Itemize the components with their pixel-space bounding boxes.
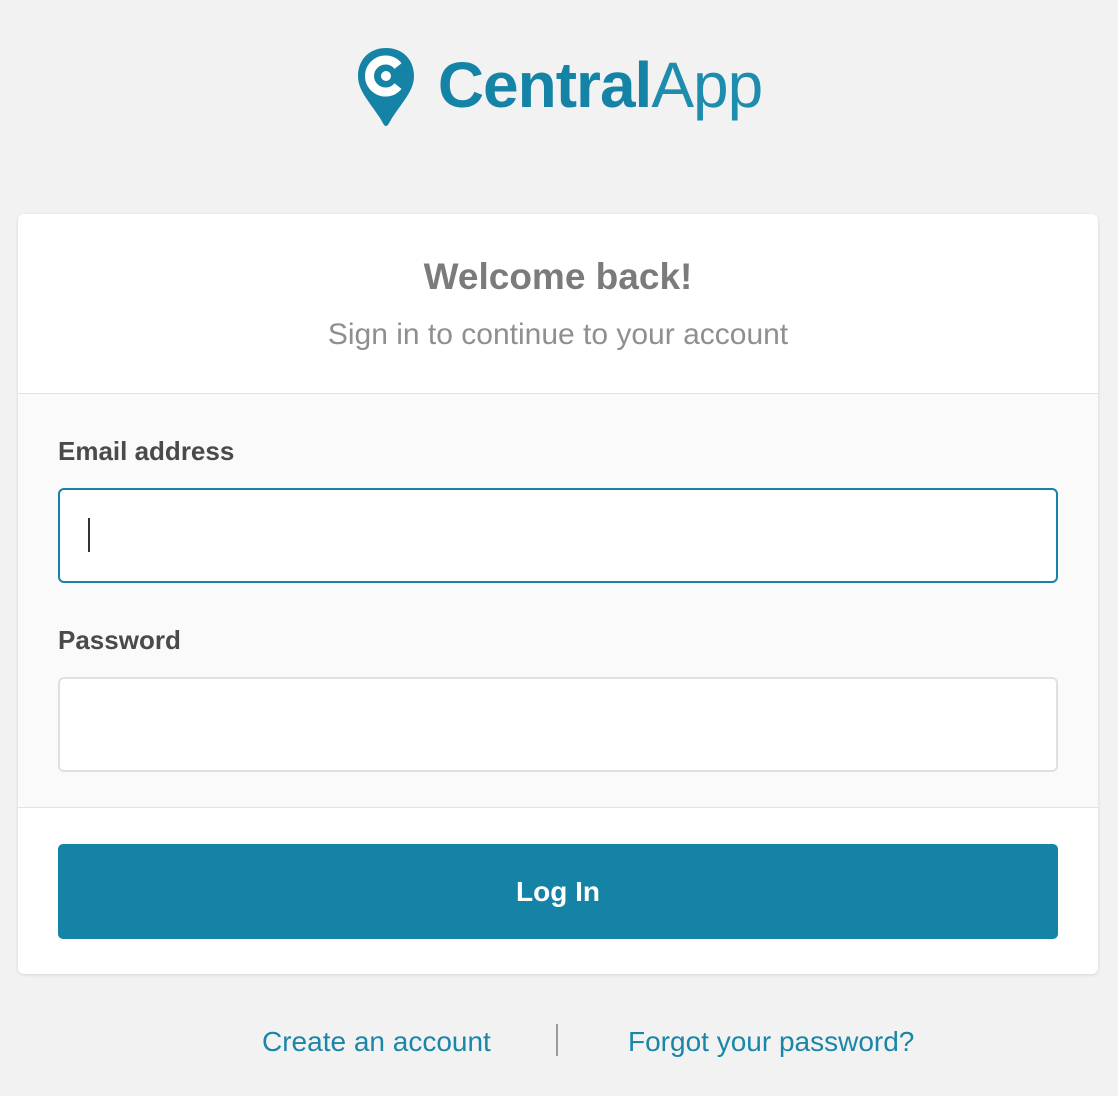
text-caret [88, 518, 90, 552]
brand-name-light: App [651, 49, 763, 121]
login-button[interactable]: Log In [58, 844, 1058, 939]
location-pin-c-icon [357, 48, 414, 126]
page-title: Welcome back! [423, 256, 693, 297]
brand-name-bold: Central [437, 49, 652, 121]
brand-name: CentralApp [438, 53, 763, 117]
footer-links: Create an account Forgot your password? [0, 1020, 1118, 1064]
link-divider [556, 1024, 558, 1056]
login-card: Welcome back! Sign in to continue to you… [18, 214, 1098, 974]
page-subtitle: Sign in to continue to your account [327, 318, 789, 351]
card-footer: Log In [18, 808, 1098, 939]
password-field[interactable] [58, 677, 1058, 772]
card-header: Welcome back! Sign in to continue to you… [18, 214, 1098, 394]
login-form: Email address Password [18, 394, 1098, 808]
brand-logo: CentralApp [0, 40, 1118, 130]
password-input[interactable] [60, 679, 1056, 770]
email-label: Email address [58, 436, 235, 466]
email-field[interactable] [58, 488, 1058, 583]
email-input[interactable] [60, 490, 1056, 581]
forgot-password-link[interactable]: Forgot your password? [628, 1020, 914, 1064]
create-account-link[interactable]: Create an account [262, 1020, 491, 1064]
password-label: Password [58, 625, 181, 655]
